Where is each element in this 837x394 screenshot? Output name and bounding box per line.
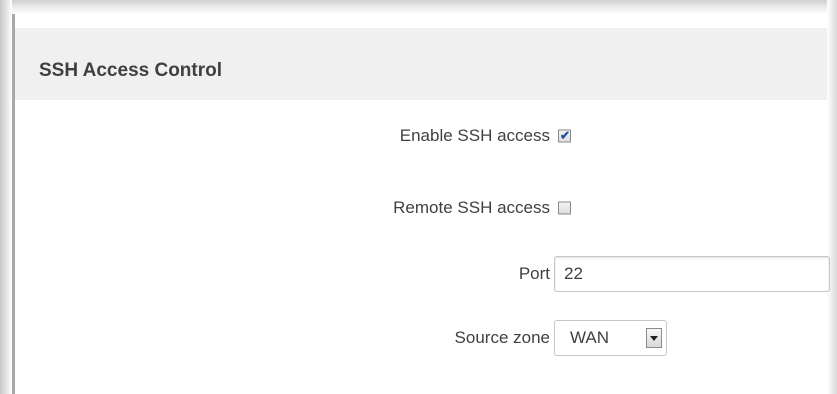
source-zone-value: WAN <box>570 328 610 347</box>
section-title: SSH Access Control <box>39 60 223 81</box>
source-zone-row: Source zone WAN <box>15 320 827 356</box>
source-zone-label: Source zone <box>454 328 550 347</box>
ssh-settings-panel: SSH Access Control Enable SSH access ✔ R… <box>12 14 830 394</box>
dropdown-button[interactable] <box>646 328 662 348</box>
shadow-left <box>0 0 12 394</box>
checkmark-icon: ✔ <box>560 128 571 143</box>
remote-ssh-row: Remote SSH access <box>15 190 827 226</box>
shadow-right <box>827 0 837 394</box>
enable-ssh-label: Enable SSH access <box>399 126 550 145</box>
port-row: Port 22 <box>15 256 830 292</box>
port-input[interactable]: 22 <box>554 256 830 292</box>
window-frame: SSH Access Control Enable SSH access ✔ R… <box>0 0 837 394</box>
source-zone-select[interactable]: WAN <box>554 320 667 356</box>
enable-ssh-row: Enable SSH access ✔ <box>15 118 827 154</box>
section-header: SSH Access Control <box>15 28 827 100</box>
remote-ssh-checkbox[interactable] <box>558 201 571 215</box>
remote-ssh-label: Remote SSH access <box>393 198 550 217</box>
chevron-down-icon <box>650 336 658 341</box>
port-value: 22 <box>564 264 583 283</box>
enable-ssh-checkbox[interactable]: ✔ <box>558 128 571 143</box>
shadow-top <box>0 0 837 14</box>
port-label: Port <box>518 264 550 283</box>
